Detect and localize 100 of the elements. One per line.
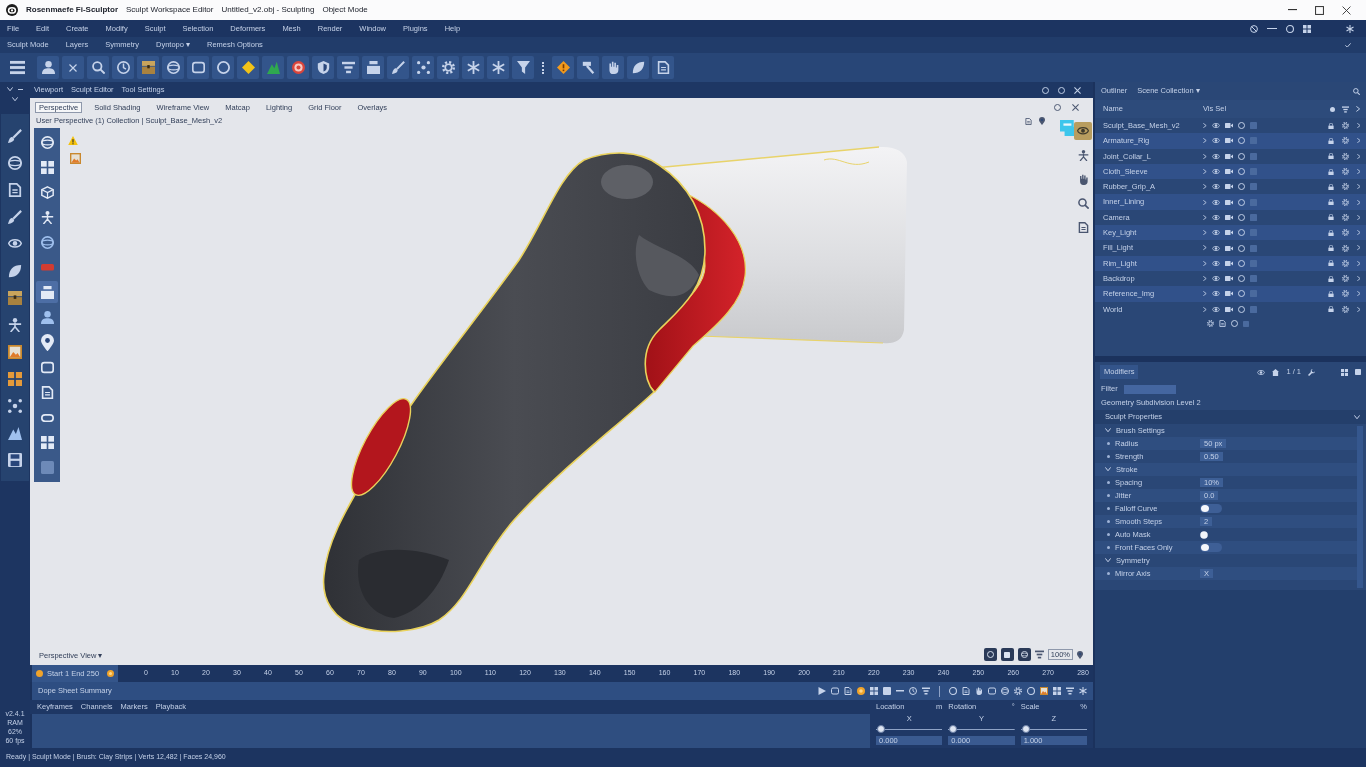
chevron-down-icon[interactable] [1105, 558, 1111, 563]
tool-button[interactable] [137, 56, 159, 79]
tool-button[interactable] [462, 56, 484, 79]
tool-button[interactable] [187, 56, 209, 79]
chevron-right-icon[interactable] [1356, 291, 1360, 297]
chevron-down-icon[interactable] [1105, 467, 1111, 472]
loop-icon[interactable] [988, 687, 996, 695]
record-icon[interactable] [36, 670, 43, 677]
cube-icon[interactable] [40, 185, 54, 199]
leaf-icon[interactable] [8, 263, 22, 278]
chevron-right-icon[interactable] [1203, 230, 1207, 236]
filter-field[interactable] [1123, 384, 1176, 394]
house-icon[interactable] [1272, 368, 1280, 376]
brush-icon[interactable] [391, 61, 405, 74]
tool-button[interactable] [552, 56, 574, 79]
lock-icon[interactable] [1327, 153, 1334, 160]
lock-icon[interactable] [1327, 214, 1334, 221]
minus-icon[interactable] [18, 88, 23, 90]
chevron-right-icon[interactable] [1203, 199, 1207, 205]
tool-button[interactable] [437, 56, 459, 79]
search-icon[interactable] [1353, 87, 1360, 95]
chevron-right-icon[interactable] [1203, 245, 1207, 251]
eye-icon[interactable] [1077, 127, 1089, 135]
sphere-icon[interactable] [1001, 687, 1009, 695]
chevron-right-icon[interactable] [1356, 199, 1360, 205]
chevron-right-icon[interactable] [1356, 123, 1360, 129]
chest-icon[interactable] [8, 290, 22, 305]
menu-icon[interactable] [9, 60, 25, 75]
chevron-right-icon[interactable] [1356, 214, 1360, 220]
camera-icon[interactable] [1224, 214, 1233, 220]
tool-button[interactable] [312, 56, 334, 79]
asterisk-icon[interactable] [1079, 687, 1087, 695]
chevron-right-icon[interactable] [1203, 138, 1207, 144]
chevron-right-icon[interactable] [1203, 276, 1207, 282]
camera-icon[interactable] [1224, 153, 1233, 159]
search-icon[interactable] [91, 61, 105, 74]
toggle-switch[interactable] [1200, 504, 1222, 513]
minimize-icon[interactable] [1288, 9, 1297, 11]
tool-button[interactable] [112, 56, 134, 79]
funnel-icon[interactable] [516, 61, 530, 74]
camera-icon[interactable] [1224, 169, 1233, 175]
tool-button[interactable] [37, 56, 59, 79]
grid-icon[interactable] [1341, 368, 1348, 376]
grid-icon[interactable] [40, 436, 54, 450]
lock-icon[interactable] [1327, 260, 1334, 267]
clock-icon[interactable] [116, 61, 130, 74]
square-icon[interactable] [1004, 651, 1011, 658]
grid-icon[interactable] [40, 160, 54, 174]
figure-icon[interactable] [1077, 149, 1089, 161]
grid-icon[interactable] [1303, 24, 1311, 33]
chevron-right-icon[interactable] [1356, 306, 1360, 312]
chevron-right-icon[interactable] [1356, 276, 1360, 282]
hand-icon[interactable] [606, 61, 620, 74]
chevron-right-icon[interactable] [1203, 184, 1207, 190]
asterisk-icon[interactable] [1346, 24, 1354, 33]
chevron-right-icon[interactable] [1356, 245, 1360, 251]
camera-icon[interactable] [1224, 230, 1233, 236]
target-icon[interactable] [291, 61, 305, 74]
chevron-right-icon[interactable] [1356, 184, 1360, 190]
lock-icon[interactable] [1327, 275, 1334, 282]
view-button[interactable] [1000, 648, 1014, 661]
chevron-right-icon[interactable] [1356, 260, 1360, 266]
loop-icon[interactable] [191, 61, 205, 74]
chevron-down-icon[interactable] [1354, 414, 1360, 420]
clock-icon[interactable] [909, 687, 917, 695]
tray-icon[interactable] [40, 285, 54, 299]
slider-thumb[interactable] [1021, 725, 1030, 734]
tool-button[interactable] [602, 56, 624, 79]
tool-button[interactable] [627, 56, 649, 79]
bars-icon[interactable] [1034, 650, 1044, 659]
camera-icon[interactable] [1224, 245, 1233, 251]
person-icon[interactable] [41, 61, 55, 74]
person-icon[interactable] [40, 310, 54, 324]
tool-button[interactable] [87, 56, 109, 79]
camera-icon[interactable] [1224, 184, 1233, 190]
figure-icon[interactable] [8, 317, 22, 332]
scatter-icon[interactable] [8, 398, 22, 413]
pill-icon[interactable] [40, 413, 54, 422]
image-icon[interactable] [8, 344, 22, 359]
mountain-icon[interactable] [8, 425, 22, 440]
sculpt-tool-button[interactable] [36, 281, 58, 304]
camera-icon[interactable] [1224, 260, 1233, 266]
camera-icon[interactable] [1224, 306, 1233, 312]
gear-icon[interactable] [1207, 320, 1214, 328]
close-icon[interactable] [1342, 5, 1351, 15]
camera-icon[interactable] [1224, 199, 1233, 205]
chevron-right-icon[interactable] [1203, 260, 1207, 266]
tool-button[interactable] [387, 56, 409, 79]
chevron-right-icon[interactable] [1356, 138, 1360, 144]
tool-button[interactable] [577, 56, 599, 79]
chevron-right-icon[interactable] [1203, 214, 1207, 220]
document-icon[interactable] [1077, 221, 1089, 233]
sphere-icon[interactable] [40, 235, 54, 249]
bars-icon[interactable] [922, 687, 930, 695]
chevron-right-icon[interactable] [1356, 230, 1360, 236]
grid-icon[interactable] [8, 371, 22, 386]
chevron-down-icon[interactable] [1105, 428, 1111, 433]
camera-icon[interactable] [1224, 123, 1233, 129]
tool-button[interactable] [237, 56, 259, 79]
shield-icon[interactable] [316, 61, 330, 74]
